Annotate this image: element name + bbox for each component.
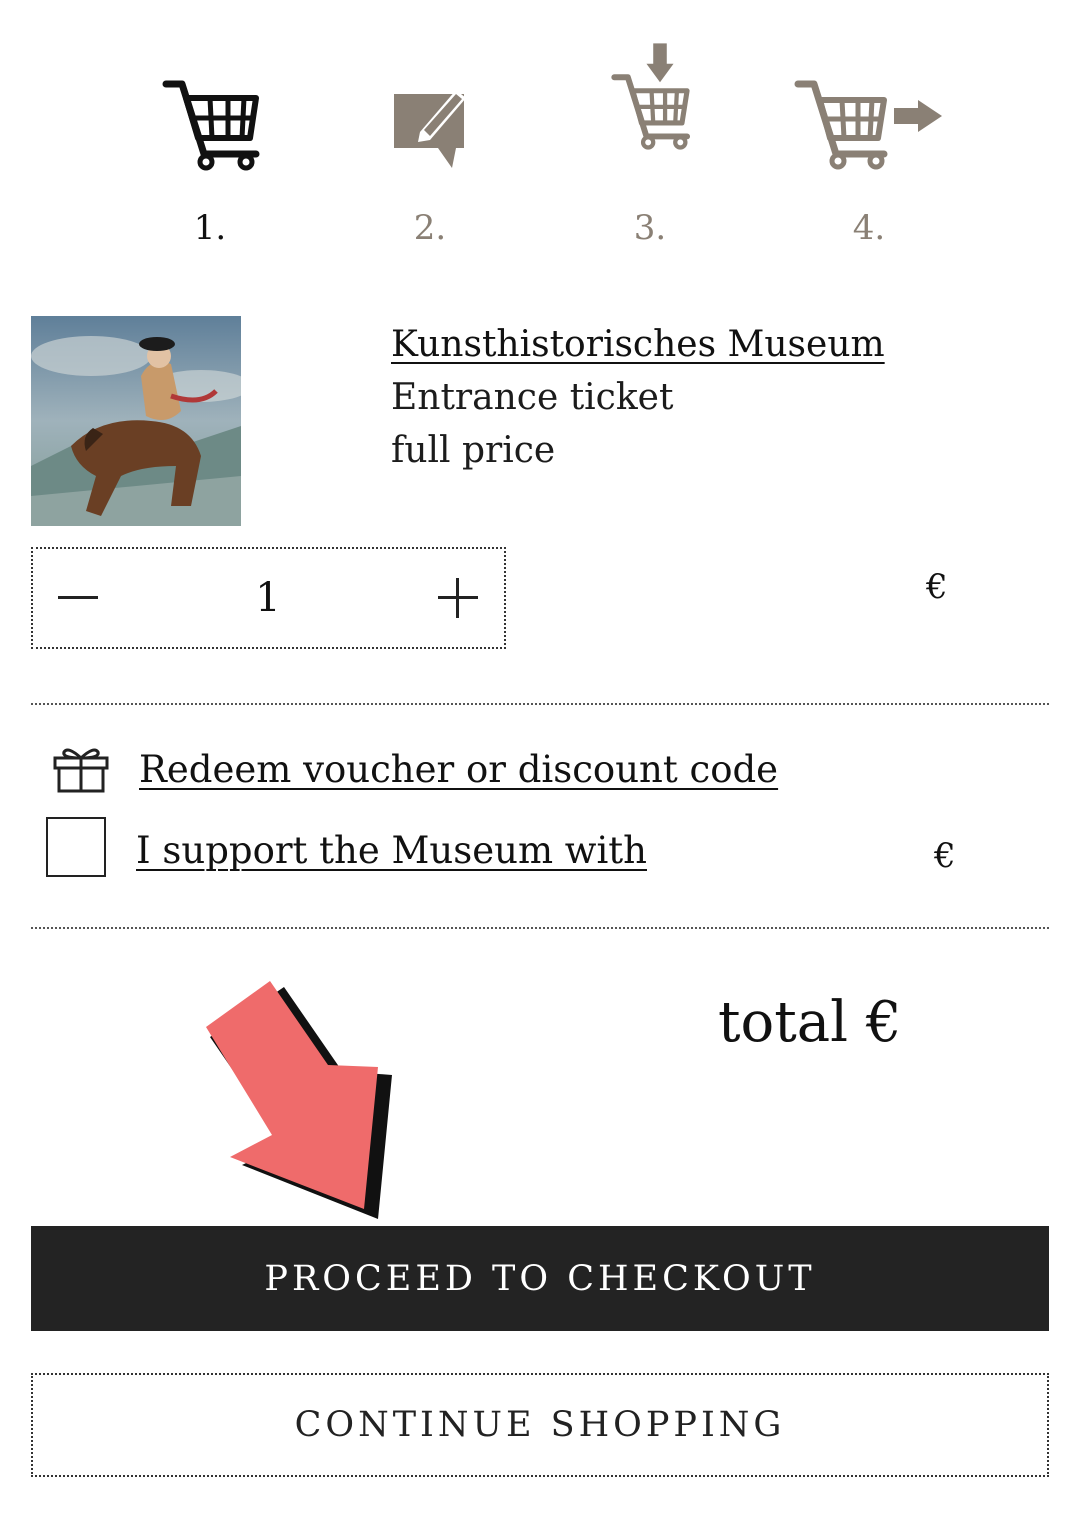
donation-amount: € bbox=[934, 836, 956, 876]
decrease-quantity-button[interactable] bbox=[33, 549, 123, 647]
product-price-category: full price bbox=[391, 430, 556, 471]
support-museum-checkbox[interactable] bbox=[46, 817, 106, 877]
line-item-price: € bbox=[926, 567, 948, 607]
product-thumbnail bbox=[31, 316, 241, 526]
cart-add-icon bbox=[611, 43, 691, 150]
support-museum-link[interactable]: I support the Museum with bbox=[136, 829, 647, 872]
cart-forward-icon bbox=[794, 80, 942, 170]
quantity-stepper: 1 bbox=[31, 547, 506, 649]
step-4-number: 4. bbox=[852, 208, 886, 248]
product-info: Kunsthistorisches Museum Entrance ticket… bbox=[391, 318, 885, 477]
divider bbox=[31, 927, 1049, 929]
cart-total: total € bbox=[718, 990, 902, 1055]
continue-shopping-button[interactable]: CONTINUE SHOPPING bbox=[31, 1373, 1049, 1477]
step-2-number: 2. bbox=[413, 208, 447, 248]
plus-icon bbox=[438, 578, 478, 618]
step-3-number: 3. bbox=[633, 208, 667, 248]
arrow-annotation-icon bbox=[206, 981, 392, 1219]
redeem-voucher-link[interactable]: Redeem voucher or discount code bbox=[139, 748, 778, 791]
edit-note-icon bbox=[394, 90, 466, 168]
product-type: Entrance ticket bbox=[391, 377, 674, 418]
step-1-number: 1. bbox=[193, 208, 227, 248]
minus-icon bbox=[58, 596, 98, 599]
proceed-to-checkout-button[interactable]: PROCEED TO CHECKOUT bbox=[31, 1226, 1049, 1331]
divider bbox=[31, 703, 1049, 705]
increase-quantity-button[interactable] bbox=[413, 549, 503, 647]
quantity-value[interactable]: 1 bbox=[173, 549, 363, 647]
gift-icon bbox=[53, 748, 109, 793]
cart-icon bbox=[162, 80, 260, 171]
product-title-link[interactable]: Kunsthistorisches Museum bbox=[391, 324, 885, 365]
